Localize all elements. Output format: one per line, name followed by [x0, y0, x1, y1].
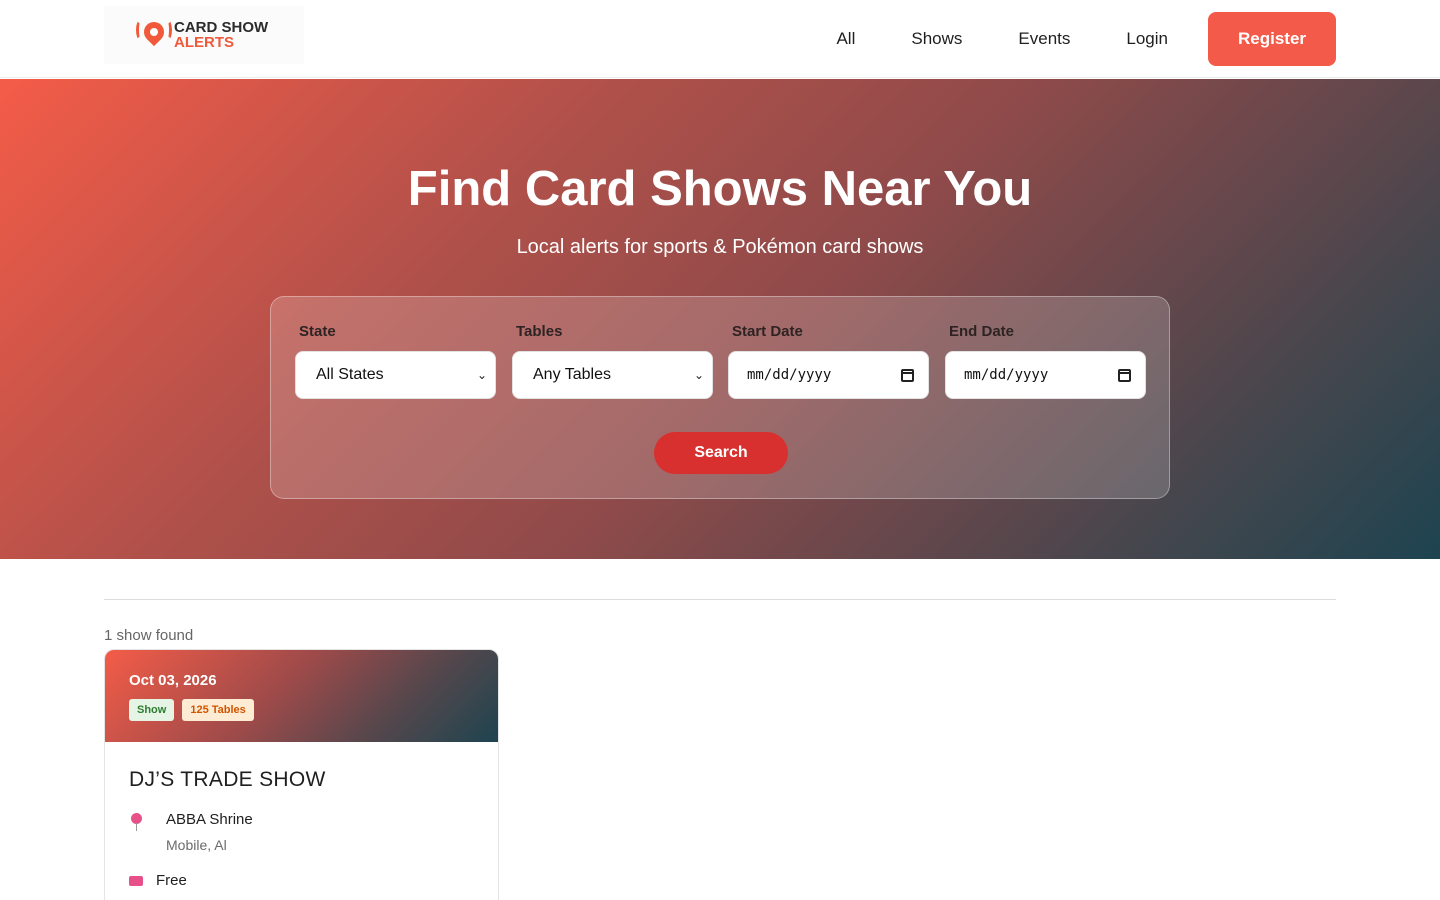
start-date-value: mm/dd/yyyy	[747, 367, 832, 383]
end-date-label: End Date	[949, 323, 1015, 340]
result-count: 1 show found	[104, 627, 194, 644]
register-button[interactable]: Register	[1208, 12, 1336, 66]
show-price: Free	[156, 872, 187, 889]
chevron-down-icon: ⌄	[693, 368, 704, 382]
show-card-header: Oct 03, 2026 Show 125 Tables	[105, 650, 498, 742]
brand-line1: CARD SHOW	[174, 19, 269, 36]
show-venue: ABBA Shrine	[166, 811, 253, 828]
end-date-field: End Date mm/dd/yyyy	[945, 323, 1146, 399]
location-pin-icon	[129, 813, 143, 833]
tables-select[interactable]: Any Tables ⌄	[512, 351, 713, 399]
state-label: State	[299, 323, 336, 340]
nav-link-login[interactable]: Login	[1126, 29, 1168, 49]
brand-logo[interactable]: CARD SHOW ALERTS	[104, 6, 304, 64]
start-date-field: Start Date mm/dd/yyyy	[728, 323, 929, 399]
tables-field: Tables Any Tables ⌄	[512, 323, 713, 399]
show-price-row: Free	[129, 872, 187, 889]
calendar-icon[interactable]	[1118, 368, 1131, 382]
start-date-input[interactable]: mm/dd/yyyy	[728, 351, 929, 399]
start-date-label: Start Date	[732, 323, 803, 340]
search-button[interactable]: Search	[654, 432, 788, 474]
search-panel: State All States ⌄ Tables Any Tables ⌄ S…	[270, 296, 1170, 499]
hero-section: Find Card Shows Near You Local alerts fo…	[0, 79, 1440, 559]
state-select-value: All States	[316, 366, 384, 383]
calendar-icon[interactable]	[901, 368, 914, 382]
show-location: ABBA Shrine Mobile, Al	[129, 811, 253, 853]
end-date-input[interactable]: mm/dd/yyyy	[945, 351, 1146, 399]
brand-name: CARD SHOW ALERTS	[174, 20, 268, 50]
site-header: CARD SHOW ALERTS All Shows Events Login …	[0, 0, 1440, 78]
state-select[interactable]: All States ⌄	[295, 351, 496, 399]
logo-icon	[136, 16, 172, 54]
state-field: State All States ⌄	[295, 323, 496, 399]
chevron-down-icon: ⌄	[476, 368, 487, 382]
nav-link-events[interactable]: Events	[1018, 29, 1070, 49]
tables-select-value: Any Tables	[533, 366, 611, 383]
tables-badge: 125 Tables	[182, 699, 254, 721]
results-divider	[104, 599, 1336, 600]
ticket-icon	[129, 876, 143, 886]
show-tags: Show 125 Tables	[129, 699, 474, 721]
end-date-value: mm/dd/yyyy	[964, 367, 1049, 383]
hero-title: Find Card Shows Near You	[407, 162, 1033, 216]
main-nav: All Shows Events Login Register	[836, 0, 1336, 78]
show-city: Mobile, Al	[166, 837, 227, 853]
tables-label: Tables	[516, 323, 563, 340]
show-title[interactable]: DJ’S TRADE SHOW	[129, 768, 326, 792]
show-card[interactable]: Oct 03, 2026 Show 125 Tables DJ’S TRADE …	[104, 649, 499, 900]
brand-line2: ALERTS	[174, 34, 234, 51]
hero-subtitle: Local alerts for sports & Pokémon card s…	[516, 236, 924, 258]
type-badge: Show	[129, 699, 175, 721]
show-date: Oct 03, 2026	[129, 672, 217, 689]
nav-link-all[interactable]: All	[836, 29, 855, 49]
nav-link-shows[interactable]: Shows	[911, 29, 962, 49]
